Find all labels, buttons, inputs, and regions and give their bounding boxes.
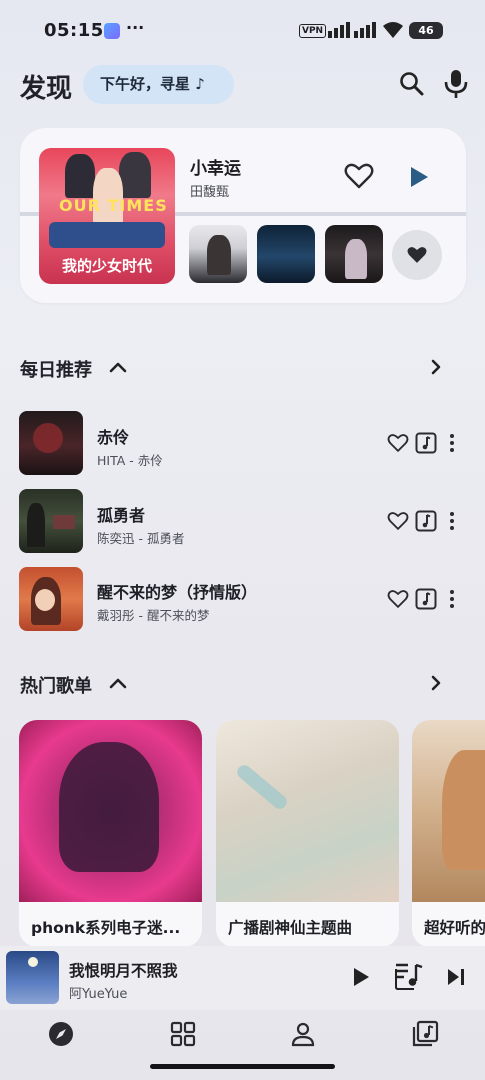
hot-playlists-title[interactable]: 热门歌单 <box>20 672 92 698</box>
related-track-thumb[interactable] <box>325 225 383 283</box>
song-cover[interactable] <box>19 489 83 553</box>
related-track-thumb[interactable] <box>189 225 247 283</box>
heart-outline-icon[interactable] <box>387 589 409 609</box>
cover-logo-text: OUR TIMES <box>59 196 168 215</box>
playlist-cover <box>19 720 202 902</box>
song-subtitle: HITA - 赤伶 <box>97 453 163 468</box>
cover-title-text: 我的少女时代 <box>61 257 152 275</box>
more-vertical-icon[interactable] <box>447 589 457 609</box>
search-icon[interactable] <box>398 70 426 98</box>
more-vertical-icon[interactable] <box>447 511 457 531</box>
playlist-title: 超好听的 <box>424 919 485 937</box>
playlist-card[interactable]: 广播剧神仙主题曲 <box>216 720 399 947</box>
play-icon[interactable] <box>352 967 370 987</box>
playlist-card[interactable]: phonk系列电子迷... <box>19 720 202 947</box>
app-notification-icon <box>104 23 120 39</box>
playlist-title: 广播剧神仙主题曲 <box>228 919 353 937</box>
library-icon[interactable] <box>411 1020 439 1048</box>
song-title[interactable]: 醒不来的梦（抒情版） <box>97 579 257 603</box>
signal-icon <box>328 22 376 38</box>
now-playing-artist: 田馥甄 <box>190 185 230 200</box>
song-cover[interactable] <box>19 411 83 475</box>
queue-music-icon[interactable] <box>394 963 424 991</box>
home-indicator[interactable] <box>150 1064 335 1069</box>
now-playing-title: 小幸运 <box>190 159 241 179</box>
mini-player-cover[interactable] <box>6 951 59 1004</box>
song-title[interactable]: 孤勇者 <box>97 502 145 526</box>
daily-recommend-title[interactable]: 每日推荐 <box>20 356 92 382</box>
related-track-thumb[interactable] <box>257 225 315 283</box>
playlist-card[interactable]: 超好听的 <box>412 720 485 947</box>
battery-icon: 46 <box>409 22 443 39</box>
page-title: 发现 <box>20 74 73 104</box>
play-icon[interactable] <box>408 165 430 189</box>
more-vertical-icon[interactable] <box>447 433 457 453</box>
heart-outline-icon[interactable] <box>387 433 409 453</box>
mini-player-artist: 阿YueYue <box>69 987 128 1002</box>
chevron-right-icon[interactable] <box>428 674 444 692</box>
playlist-title: phonk系列电子迷... <box>31 919 181 937</box>
lyrics-icon[interactable] <box>415 510 437 532</box>
heart-filled-icon <box>407 247 427 263</box>
now-playing-album-cover[interactable]: OUR TIMES 我的少女时代 <box>39 148 175 284</box>
song-subtitle: 戴羽彤 - 醒不来的梦 <box>97 608 210 623</box>
profile-icon[interactable] <box>289 1020 317 1048</box>
more-notifications-indicator: ··· <box>126 18 145 37</box>
skip-next-icon[interactable] <box>446 967 466 987</box>
chevron-up-icon[interactable] <box>108 676 128 690</box>
greeting-chip[interactable]: 下午好，寻星 ♪ <box>83 65 234 104</box>
discover-icon[interactable] <box>47 1020 75 1048</box>
chevron-up-icon[interactable] <box>108 360 128 374</box>
chevron-right-icon[interactable] <box>428 358 444 376</box>
lyrics-icon[interactable] <box>415 432 437 454</box>
lyrics-icon[interactable] <box>415 588 437 610</box>
grid-icon[interactable] <box>169 1020 197 1048</box>
song-subtitle: 陈奕迅 - 孤勇者 <box>97 531 185 546</box>
vpn-badge: VPN <box>299 24 327 38</box>
mic-icon[interactable] <box>442 68 470 100</box>
song-title[interactable]: 赤伶 <box>97 424 129 448</box>
playlist-cover <box>216 720 399 902</box>
mini-player-title[interactable]: 我恨明月不照我 <box>69 959 178 981</box>
heart-outline-icon[interactable] <box>344 162 374 190</box>
favorite-button[interactable] <box>392 230 442 280</box>
heart-outline-icon[interactable] <box>387 511 409 531</box>
status-time: 05:15 <box>44 20 104 41</box>
song-cover[interactable] <box>19 567 83 631</box>
playlist-cover <box>412 720 485 902</box>
wifi-icon <box>383 22 403 38</box>
